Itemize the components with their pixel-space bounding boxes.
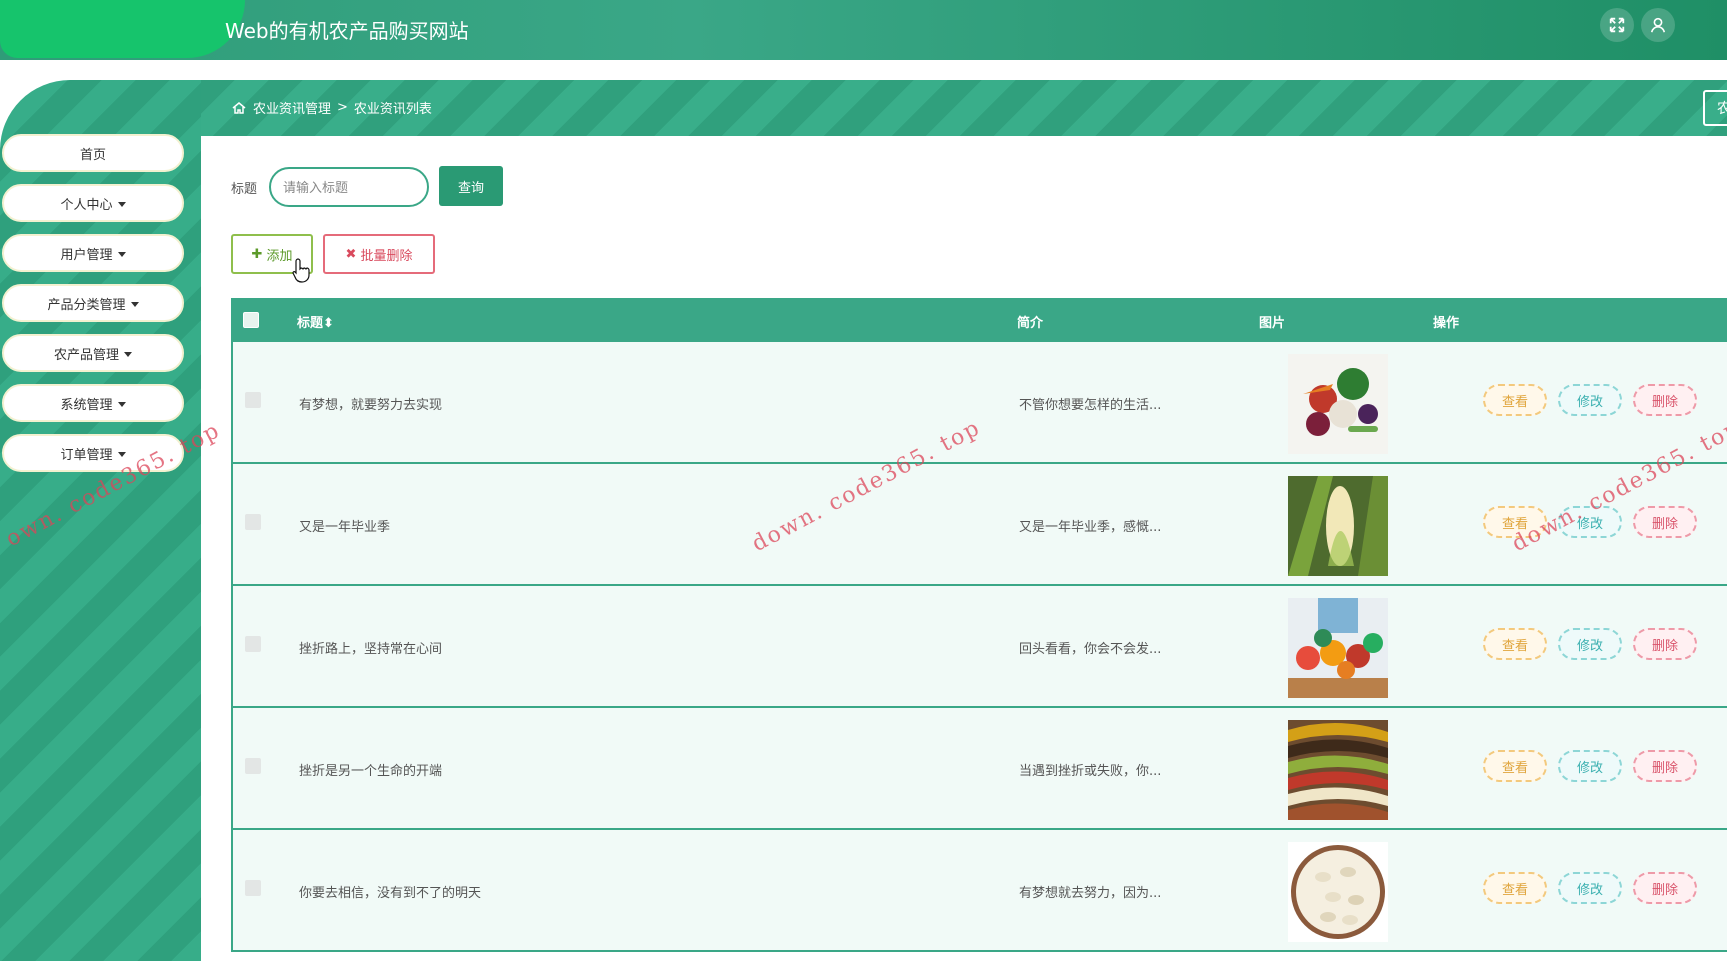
breadcrumb: 农业资讯管理 > 农业资讯列表 — [231, 98, 432, 117]
table-row: 挫折路上，坚持常在心间 回头看看，你会不会发... 查看 修改 删除 — [231, 586, 1727, 708]
column-header-ops: 操作 — [1433, 316, 1460, 331]
row-title: 挫折路上，坚持常在心间 — [299, 642, 443, 657]
row-title: 又是一年毕业季 — [299, 520, 391, 535]
plus-icon: ✚ — [251, 246, 263, 262]
caret-down-icon — [130, 301, 139, 307]
vegetable-basket-image — [1288, 598, 1388, 698]
row-intro: 有梦想就去努力，因为... — [1019, 886, 1162, 901]
batch-delete-button[interactable]: ✖ 批量删除 — [323, 234, 435, 274]
table-header: 标题⬍ 简介 图片 操作 — [231, 298, 1727, 342]
query-button[interactable]: 查询 — [439, 166, 503, 206]
row-checkbox[interactable] — [245, 758, 261, 774]
select-all-checkbox[interactable] — [243, 312, 259, 328]
logo — [0, 0, 245, 58]
sidebar-item-home[interactable]: 首页 — [2, 134, 184, 172]
delete-button[interactable]: 删除 — [1633, 750, 1697, 782]
fullscreen-icon[interactable] — [1600, 8, 1634, 42]
breadcrumb-bar: 农业资讯管理 > 农业资讯列表 农 — [201, 80, 1727, 136]
edit-button[interactable]: 修改 — [1558, 384, 1622, 416]
sidebar-item-system-management[interactable]: 系统管理 — [2, 384, 184, 422]
view-button[interactable]: 查看 — [1483, 872, 1547, 904]
search-label: 标题 — [231, 182, 258, 197]
row-intro: 当遇到挫折或失败，你... — [1019, 764, 1162, 779]
hand-cursor-icon — [292, 258, 310, 283]
table-row: 又是一年毕业季 又是一年毕业季，感慨... 查看 修改 删除 — [231, 464, 1727, 586]
sidebar-item-category-management[interactable]: 产品分类管理 — [2, 284, 184, 322]
delete-button[interactable]: 删除 — [1633, 384, 1697, 416]
corn-image — [1288, 476, 1388, 576]
breadcrumb-current: 农业资讯列表 — [353, 102, 432, 117]
caret-down-icon — [117, 451, 126, 457]
view-button[interactable]: 查看 — [1483, 750, 1547, 782]
sidebar-item-user-management[interactable]: 用户管理 — [2, 234, 184, 272]
close-icon: ✖ — [345, 246, 357, 262]
column-header-title[interactable]: 标题⬍ — [297, 312, 334, 331]
row-title: 你要去相信，没有到不了的明天 — [299, 886, 482, 901]
delete-button[interactable]: 删除 — [1633, 506, 1697, 538]
table-row: 你要去相信，没有到不了的明天 有梦想就去努力，因为... 查看 修改 删除 — [231, 830, 1727, 952]
caret-down-icon — [117, 401, 126, 407]
user-icon[interactable] — [1641, 8, 1675, 42]
row-checkbox[interactable] — [245, 514, 261, 530]
row-intro: 又是一年毕业季，感慨... — [1019, 520, 1162, 535]
caret-down-icon — [117, 251, 126, 257]
row-checkbox[interactable] — [245, 880, 261, 896]
sidebar-item-product-management[interactable]: 农产品管理 — [2, 334, 184, 372]
table-row: 挫折是另一个生命的开端 当遇到挫折或失败，你... 查看 修改 删除 — [231, 708, 1727, 830]
view-button[interactable]: 查看 — [1483, 628, 1547, 660]
row-checkbox[interactable] — [245, 636, 261, 652]
edit-button[interactable]: 修改 — [1558, 750, 1622, 782]
table-row: 有梦想，就要努力去实现 不管你想要怎样的生活... 查看 修改 删除 — [231, 342, 1727, 464]
edit-button[interactable]: 修改 — [1558, 628, 1622, 660]
row-intro: 回头看看，你会不会发... — [1019, 642, 1162, 657]
search-input[interactable] — [269, 167, 429, 207]
column-header-intro: 简介 — [1017, 316, 1044, 331]
tab-partial[interactable]: 农 — [1703, 90, 1727, 126]
row-checkbox[interactable] — [245, 392, 261, 408]
caret-down-icon — [124, 351, 132, 357]
breadcrumb-parent[interactable]: 农业资讯管理 — [253, 98, 331, 117]
app-title: Web的有机农产品购买网站 — [225, 19, 469, 43]
row-title: 有梦想，就要努力去实现 — [299, 398, 443, 413]
sidebar-item-personal-center[interactable]: 个人中心 — [2, 184, 184, 222]
delete-button[interactable]: 删除 — [1633, 872, 1697, 904]
delete-button[interactable]: 删除 — [1633, 628, 1697, 660]
row-intro: 不管你想要怎样的生活... — [1019, 398, 1162, 413]
vegetables-image — [1288, 354, 1388, 454]
column-header-image: 图片 — [1259, 316, 1286, 331]
caret-down-icon — [117, 201, 126, 207]
row-title: 挫折是另一个生命的开端 — [299, 764, 443, 779]
breadcrumb-separator: > — [337, 100, 348, 115]
edit-button[interactable]: 修改 — [1558, 872, 1622, 904]
white-beans-image — [1288, 842, 1388, 942]
sort-icon: ⬍ — [323, 316, 334, 331]
home-icon — [232, 101, 246, 114]
grains-image — [1288, 720, 1388, 820]
news-table: 标题⬍ 简介 图片 操作 有梦想，就要努力去实现 不管你想要怎样的生活... 查… — [231, 298, 1727, 952]
top-header: Web的有机农产品购买网站 — [0, 0, 1727, 60]
view-button[interactable]: 查看 — [1483, 384, 1547, 416]
